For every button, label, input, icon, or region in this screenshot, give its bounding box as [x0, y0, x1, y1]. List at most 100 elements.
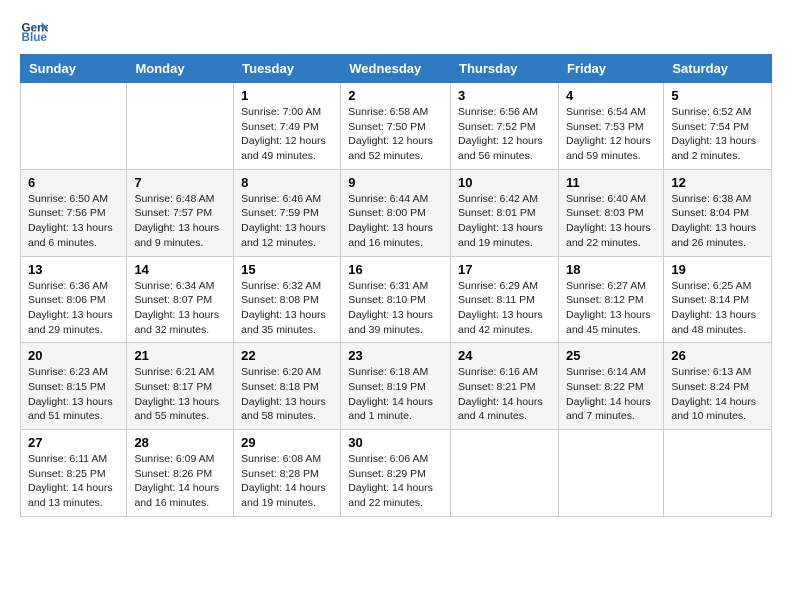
- day-number: 2: [348, 88, 443, 103]
- calendar-cell: 13 Sunrise: 6:36 AM Sunset: 8:06 PM Dayli…: [21, 256, 127, 343]
- week-row-5: 27 Sunrise: 6:11 AM Sunset: 8:25 PM Dayli…: [21, 430, 772, 517]
- day-info: Sunrise: 6:23 AM Sunset: 8:15 PM Dayligh…: [28, 365, 119, 424]
- week-row-3: 13 Sunrise: 6:36 AM Sunset: 8:06 PM Dayli…: [21, 256, 772, 343]
- day-info: Sunrise: 6:11 AM Sunset: 8:25 PM Dayligh…: [28, 452, 119, 511]
- calendar-cell: 5Sunrise: 6:52 AM Sunset: 7:54 PM Daylig…: [664, 83, 772, 170]
- day-info: Sunrise: 6:29 AM Sunset: 8:11 PM Dayligh…: [458, 279, 551, 338]
- day-info: Sunrise: 6:25 AM Sunset: 8:14 PM Dayligh…: [671, 279, 764, 338]
- calendar-cell: 4 Sunrise: 6:54 AM Sunset: 7:53 PM Daylig…: [558, 83, 663, 170]
- day-number: 15: [241, 262, 333, 277]
- calendar-cell: 23 Sunrise: 6:18 AM Sunset: 8:19 PM Dayli…: [341, 343, 451, 430]
- day-info: Sunrise: 6:44 AM Sunset: 8:00 PM Dayligh…: [348, 192, 443, 251]
- day-number: 27: [28, 435, 119, 450]
- day-number: 29: [241, 435, 333, 450]
- weekday-header-wednesday: Wednesday: [341, 55, 451, 83]
- day-number: 6: [28, 175, 119, 190]
- day-number: 13: [28, 262, 119, 277]
- calendar-cell: 3 Sunrise: 6:56 AM Sunset: 7:52 PM Daylig…: [451, 83, 559, 170]
- calendar-cell: 18 Sunrise: 6:27 AM Sunset: 8:12 PM Dayli…: [558, 256, 663, 343]
- calendar-cell: 8Sunrise: 6:46 AM Sunset: 7:59 PM Daylig…: [234, 169, 341, 256]
- calendar-cell: 25 Sunrise: 6:14 AM Sunset: 8:22 PM Dayli…: [558, 343, 663, 430]
- day-info: Sunrise: 6:38 AM Sunset: 8:04 PM Dayligh…: [671, 192, 764, 251]
- weekday-header-monday: Monday: [127, 55, 234, 83]
- calendar-cell: 17 Sunrise: 6:29 AM Sunset: 8:11 PM Dayli…: [451, 256, 559, 343]
- calendar-cell: 2 Sunrise: 6:58 AM Sunset: 7:50 PM Daylig…: [341, 83, 451, 170]
- calendar-cell: 6 Sunrise: 6:50 AM Sunset: 7:56 PM Daylig…: [21, 169, 127, 256]
- day-number: 25: [566, 348, 656, 363]
- calendar-cell: 14 Sunrise: 6:34 AM Sunset: 8:07 PM Dayli…: [127, 256, 234, 343]
- day-number: 11: [566, 175, 656, 190]
- day-info: Sunrise: 6:42 AM Sunset: 8:01 PM Dayligh…: [458, 192, 551, 251]
- day-number: 19: [671, 262, 764, 277]
- calendar-cell: 29 Sunrise: 6:08 AM Sunset: 8:28 PM Dayli…: [234, 430, 341, 517]
- day-info: Sunrise: 6:06 AM Sunset: 8:29 PM Dayligh…: [348, 452, 443, 511]
- logo: General Blue: [20, 16, 52, 44]
- calendar-cell: 12 Sunrise: 6:38 AM Sunset: 8:04 PM Dayli…: [664, 169, 772, 256]
- day-number: 18: [566, 262, 656, 277]
- day-number: 9: [348, 175, 443, 190]
- day-info: Sunrise: 6:08 AM Sunset: 8:28 PM Dayligh…: [241, 452, 333, 511]
- calendar-cell: [127, 83, 234, 170]
- header: General Blue: [20, 16, 772, 44]
- day-info: Sunrise: 6:13 AM Sunset: 8:24 PM Dayligh…: [671, 365, 764, 424]
- week-row-1: 1 Sunrise: 7:00 AM Sunset: 7:49 PM Daylig…: [21, 83, 772, 170]
- day-number: 1: [241, 88, 333, 103]
- day-number: 30: [348, 435, 443, 450]
- page: General Blue SundayMondayTuesdayWednesda…: [0, 0, 792, 612]
- calendar-cell: 1 Sunrise: 7:00 AM Sunset: 7:49 PM Daylig…: [234, 83, 341, 170]
- calendar-cell: 28 Sunrise: 6:09 AM Sunset: 8:26 PM Dayli…: [127, 430, 234, 517]
- day-number: 24: [458, 348, 551, 363]
- calendar-cell: [21, 83, 127, 170]
- day-info: Sunrise: 6:21 AM Sunset: 8:17 PM Dayligh…: [134, 365, 226, 424]
- calendar-cell: 24 Sunrise: 6:16 AM Sunset: 8:21 PM Dayli…: [451, 343, 559, 430]
- calendar-cell: 16Sunrise: 6:31 AM Sunset: 8:10 PM Dayli…: [341, 256, 451, 343]
- calendar-cell: [664, 430, 772, 517]
- day-number: 4: [566, 88, 656, 103]
- calendar-cell: 21 Sunrise: 6:21 AM Sunset: 8:17 PM Dayli…: [127, 343, 234, 430]
- calendar-cell: 7Sunrise: 6:48 AM Sunset: 7:57 PM Daylig…: [127, 169, 234, 256]
- day-info: Sunrise: 6:36 AM Sunset: 8:06 PM Dayligh…: [28, 279, 119, 338]
- day-number: 22: [241, 348, 333, 363]
- day-info: Sunrise: 6:32 AM Sunset: 8:08 PM Dayligh…: [241, 279, 333, 338]
- day-number: 17: [458, 262, 551, 277]
- calendar-cell: 26Sunrise: 6:13 AM Sunset: 8:24 PM Dayli…: [664, 343, 772, 430]
- weekday-header-tuesday: Tuesday: [234, 55, 341, 83]
- day-info: Sunrise: 6:40 AM Sunset: 8:03 PM Dayligh…: [566, 192, 656, 251]
- svg-text:Blue: Blue: [22, 31, 48, 44]
- day-info: Sunrise: 6:16 AM Sunset: 8:21 PM Dayligh…: [458, 365, 551, 424]
- calendar-cell: 22 Sunrise: 6:20 AM Sunset: 8:18 PM Dayli…: [234, 343, 341, 430]
- day-info: Sunrise: 6:56 AM Sunset: 7:52 PM Dayligh…: [458, 105, 551, 164]
- day-number: 14: [134, 262, 226, 277]
- day-info: Sunrise: 6:50 AM Sunset: 7:56 PM Dayligh…: [28, 192, 119, 251]
- week-row-2: 6 Sunrise: 6:50 AM Sunset: 7:56 PM Daylig…: [21, 169, 772, 256]
- calendar-cell: 30 Sunrise: 6:06 AM Sunset: 8:29 PM Dayli…: [341, 430, 451, 517]
- weekday-header-friday: Friday: [558, 55, 663, 83]
- day-info: Sunrise: 6:20 AM Sunset: 8:18 PM Dayligh…: [241, 365, 333, 424]
- day-info: Sunrise: 7:00 AM Sunset: 7:49 PM Dayligh…: [241, 105, 333, 164]
- day-number: 23: [348, 348, 443, 363]
- day-number: 7: [134, 175, 226, 190]
- day-info: Sunrise: 6:18 AM Sunset: 8:19 PM Dayligh…: [348, 365, 443, 424]
- calendar-cell: 15 Sunrise: 6:32 AM Sunset: 8:08 PM Dayli…: [234, 256, 341, 343]
- day-info: Sunrise: 6:34 AM Sunset: 8:07 PM Dayligh…: [134, 279, 226, 338]
- day-info: Sunrise: 6:52 AM Sunset: 7:54 PM Dayligh…: [671, 105, 764, 164]
- day-info: Sunrise: 6:58 AM Sunset: 7:50 PM Dayligh…: [348, 105, 443, 164]
- day-info: Sunrise: 6:54 AM Sunset: 7:53 PM Dayligh…: [566, 105, 656, 164]
- day-info: Sunrise: 6:27 AM Sunset: 8:12 PM Dayligh…: [566, 279, 656, 338]
- day-info: Sunrise: 6:14 AM Sunset: 8:22 PM Dayligh…: [566, 365, 656, 424]
- day-number: 20: [28, 348, 119, 363]
- day-number: 12: [671, 175, 764, 190]
- day-number: 21: [134, 348, 226, 363]
- weekday-header-thursday: Thursday: [451, 55, 559, 83]
- day-number: 3: [458, 88, 551, 103]
- week-row-4: 20 Sunrise: 6:23 AM Sunset: 8:15 PM Dayli…: [21, 343, 772, 430]
- day-info: Sunrise: 6:09 AM Sunset: 8:26 PM Dayligh…: [134, 452, 226, 511]
- day-number: 28: [134, 435, 226, 450]
- calendar: SundayMondayTuesdayWednesdayThursdayFrid…: [20, 54, 772, 517]
- calendar-cell: 27 Sunrise: 6:11 AM Sunset: 8:25 PM Dayli…: [21, 430, 127, 517]
- logo-icon: General Blue: [20, 16, 48, 44]
- calendar-cell: 10Sunrise: 6:42 AM Sunset: 8:01 PM Dayli…: [451, 169, 559, 256]
- day-number: 16: [348, 262, 443, 277]
- calendar-cell: 9 Sunrise: 6:44 AM Sunset: 8:00 PM Daylig…: [341, 169, 451, 256]
- weekday-header-sunday: Sunday: [21, 55, 127, 83]
